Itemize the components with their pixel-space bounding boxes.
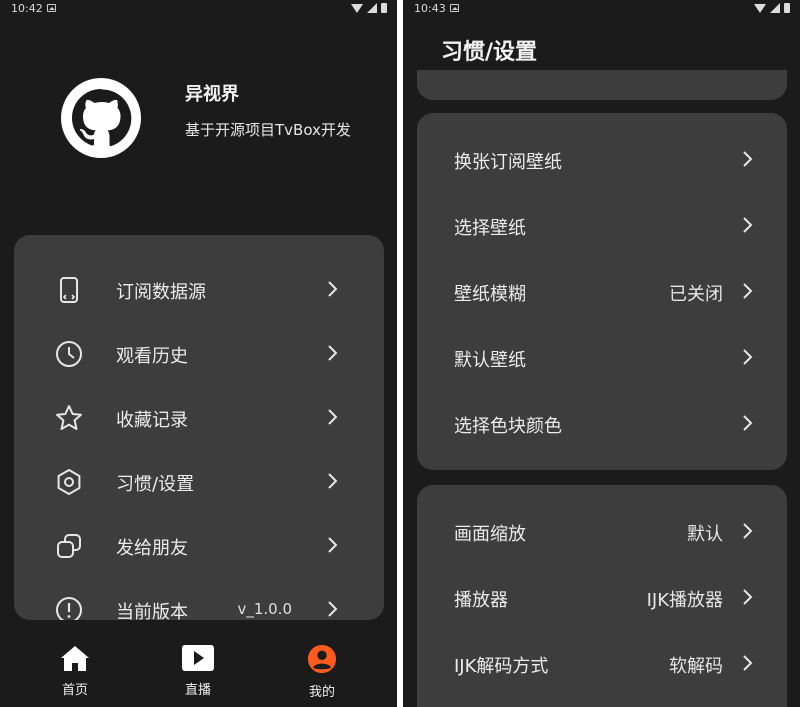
chevron-right-icon	[743, 283, 753, 299]
setting-block-color[interactable]: 选择色块颜色	[417, 390, 787, 456]
play-icon	[182, 645, 214, 671]
nav-mine-label: 我的	[308, 685, 335, 700]
hexagon-settings-icon	[57, 469, 81, 495]
nav-home[interactable]: 首页	[35, 644, 115, 698]
page-title: 习惯/设置	[441, 40, 538, 65]
wifi-icon	[351, 3, 363, 13]
menu-item-label: 订阅数据源	[116, 282, 206, 303]
chevron-right-icon	[328, 601, 338, 617]
chevron-right-icon	[328, 473, 338, 489]
setting-ijk-decode[interactable]: IJK解码方式 软解码	[417, 630, 787, 696]
share-icon	[57, 534, 81, 558]
menu-item-history[interactable]: 观看历史	[14, 321, 384, 385]
setting-change-subscription-wallpaper[interactable]: 换张订阅壁纸	[417, 126, 787, 192]
chevron-right-icon	[743, 523, 753, 539]
app-description: 基于开源项目TvBox开发	[185, 121, 351, 139]
setting-label: 选择壁纸	[454, 218, 526, 239]
status-bar: 10:42	[0, 0, 397, 18]
battery-icon	[381, 3, 387, 13]
setting-choose-wallpaper[interactable]: 选择壁纸	[417, 192, 787, 258]
nav-live[interactable]: 直播	[158, 644, 238, 698]
menu-item-label: 发给朋友	[116, 538, 188, 559]
bottom-nav: 首页 直播 我的	[0, 630, 397, 707]
image-notification-icon	[47, 4, 56, 12]
status-time: 10:43	[414, 2, 446, 15]
chevron-right-icon	[328, 537, 338, 553]
clock-icon	[56, 341, 82, 367]
menu-item-label: 习惯/设置	[116, 474, 195, 495]
home-icon	[61, 646, 89, 671]
menu-item-label: 观看历史	[116, 346, 188, 367]
setting-picture-scale[interactable]: 画面缩放 默认	[417, 498, 787, 564]
player-settings-card: 画面缩放 默认 播放器 IJK播放器 IJK解码方式 软解码	[417, 485, 787, 707]
nav-mine[interactable]: 我的	[282, 644, 362, 700]
setting-player[interactable]: 播放器 IJK播放器	[417, 564, 787, 630]
github-avatar[interactable]	[61, 78, 141, 158]
app-name: 异视界	[185, 84, 239, 105]
setting-default-wallpaper[interactable]: 默认壁纸	[417, 324, 787, 390]
version-value: v_1.0.0	[237, 600, 292, 618]
menu-item-subscription[interactable]: 订阅数据源	[14, 257, 384, 321]
signal-icon	[367, 3, 377, 13]
chevron-right-icon	[743, 349, 753, 365]
status-time: 10:42	[11, 2, 43, 15]
status-bar: 10:43	[403, 0, 800, 18]
menu-item-favorites[interactable]: 收藏记录	[14, 385, 384, 449]
setting-label: 画面缩放	[454, 524, 526, 545]
setting-label: 换张订阅壁纸	[454, 152, 562, 173]
menu-item-settings[interactable]: 习惯/设置	[14, 449, 384, 513]
chevron-right-icon	[328, 409, 338, 425]
setting-value: IJK播放器	[646, 590, 723, 611]
subscription-source-icon	[60, 277, 78, 303]
setting-value: 默认	[687, 524, 723, 545]
image-notification-icon	[450, 4, 459, 12]
profile-screen: 10:42 异视界 基于开源项目TvBox开发 订阅数据源 观看历史 收藏记录 …	[0, 0, 397, 707]
setting-label: 播放器	[454, 590, 508, 611]
star-icon	[56, 405, 82, 430]
setting-label: 选择色块颜色	[454, 416, 562, 437]
nav-home-label: 首页	[61, 683, 88, 698]
setting-label: 默认壁纸	[454, 350, 526, 371]
setting-wallpaper-blur[interactable]: 壁纸模糊 已关闭	[417, 258, 787, 324]
signal-icon	[770, 3, 780, 13]
menu-item-version[interactable]: 当前版本 v_1.0.0	[14, 577, 384, 620]
wallpaper-settings-card: 换张订阅壁纸 选择壁纸 壁纸模糊 已关闭 默认壁纸 选择色块颜色	[417, 113, 787, 470]
setting-value: 已关闭	[669, 284, 723, 305]
setting-label: 壁纸模糊	[454, 284, 526, 305]
github-icon	[72, 89, 132, 147]
chevron-right-icon	[328, 345, 338, 361]
user-icon	[307, 644, 337, 674]
chevron-right-icon	[743, 217, 753, 233]
menu-item-label: 当前版本	[116, 602, 188, 620]
chevron-right-icon	[743, 151, 753, 167]
info-icon	[56, 597, 82, 620]
chevron-right-icon	[743, 589, 753, 605]
battery-icon	[784, 3, 790, 13]
wifi-icon	[754, 3, 766, 13]
menu-item-label: 收藏记录	[116, 410, 188, 431]
nav-live-label: 直播	[184, 683, 211, 698]
setting-value: 软解码	[669, 656, 723, 677]
chevron-right-icon	[743, 655, 753, 671]
settings-screen: 10:43 习惯/设置 换张订阅壁纸 选择壁纸 壁纸模糊 已关闭 默认壁纸 选择…	[403, 0, 800, 707]
chevron-right-icon	[328, 281, 338, 297]
setting-label: IJK解码方式	[454, 656, 549, 677]
menu-item-share[interactable]: 发给朋友	[14, 513, 384, 577]
menu-card: 订阅数据源 观看历史 收藏记录 习惯/设置 发给朋友 当前版本 v_1.0.0	[14, 235, 384, 620]
settings-card-partial	[417, 70, 787, 100]
chevron-right-icon	[743, 415, 753, 431]
